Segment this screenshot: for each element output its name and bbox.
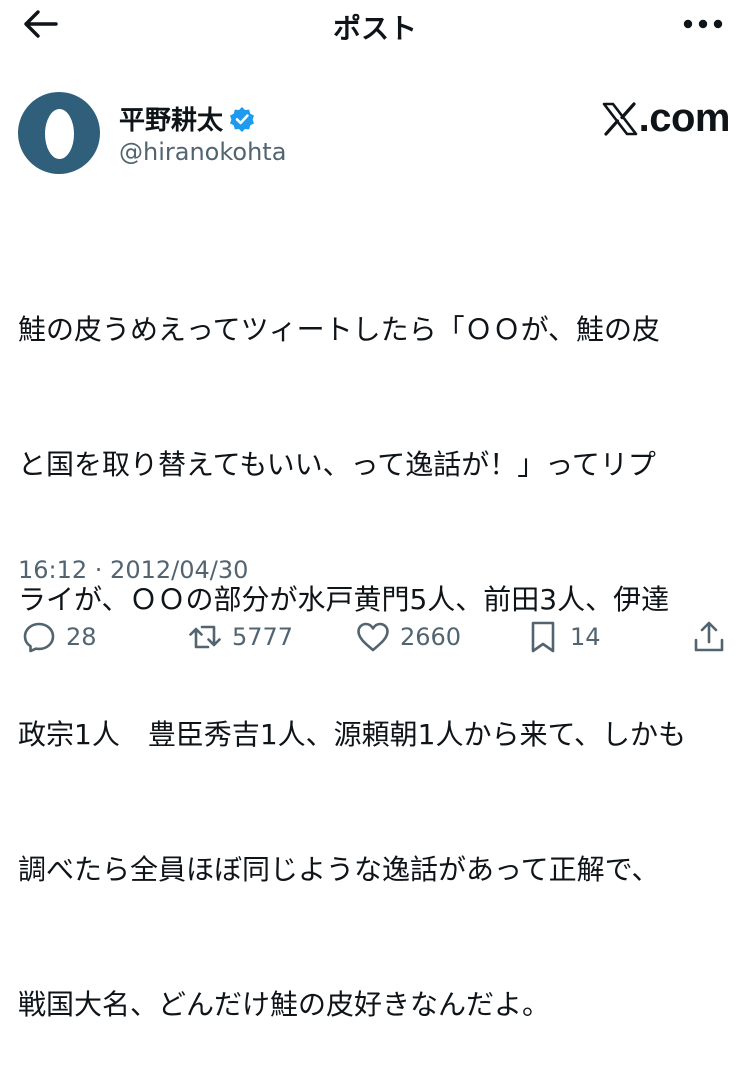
action-bar: 28 5777 2660 14 xyxy=(0,612,750,668)
top-bar: ポスト xyxy=(0,0,750,48)
page-title: ポスト xyxy=(332,12,417,45)
post-text-line: 政宗1人 豊臣秀吉1人、源頼朝1人から来て、しかも xyxy=(18,718,687,751)
like-count: 2660 xyxy=(400,623,462,651)
x-logo-icon xyxy=(602,101,637,136)
avatar[interactable] xyxy=(18,92,100,174)
like-button[interactable]: 2660 xyxy=(356,620,461,654)
author-name-row[interactable]: 平野耕太 xyxy=(119,100,255,137)
bookmark-icon xyxy=(531,621,555,653)
heart-icon xyxy=(357,622,389,652)
post-text-line: 鮭の皮うめえってツィートしたら「ＯＯが、鮭の皮 xyxy=(18,313,661,346)
bookmark-button[interactable]: 14 xyxy=(526,620,601,654)
x-com-text: .com xyxy=(638,96,731,140)
reply-icon xyxy=(23,622,55,653)
egg-icon xyxy=(45,109,74,159)
post-text-line: 調べたら全員ほぼ同じような逸話があって正解で、 xyxy=(18,853,660,886)
more-horizontal-icon xyxy=(683,19,723,29)
repost-count: 5777 xyxy=(232,623,294,651)
repost-button[interactable]: 5777 xyxy=(188,620,293,654)
share-icon xyxy=(694,621,724,652)
reply-button[interactable]: 28 xyxy=(22,620,97,654)
more-button[interactable] xyxy=(682,12,724,36)
post-author: 平野耕太 @hiranokohta .com xyxy=(18,92,731,176)
author-handle[interactable]: @hiranokohta xyxy=(119,138,286,166)
post-text-line: 戦国大名、どんだけ鮭の皮好きなんだよ。 xyxy=(18,988,551,1021)
bookmark-count: 14 xyxy=(570,623,601,651)
repost-icon xyxy=(189,625,221,649)
x-com-logo: .com xyxy=(602,96,731,141)
share-button[interactable] xyxy=(692,620,726,654)
verified-badge-icon xyxy=(230,106,255,132)
author-name: 平野耕太 xyxy=(119,106,224,136)
post-timestamp[interactable]: 16:12 · 2012/04/30 xyxy=(18,556,248,584)
reply-count: 28 xyxy=(66,623,97,651)
post-text-line: と国を取り替えてもいい、って逸話が！」ってリプ xyxy=(18,448,656,481)
